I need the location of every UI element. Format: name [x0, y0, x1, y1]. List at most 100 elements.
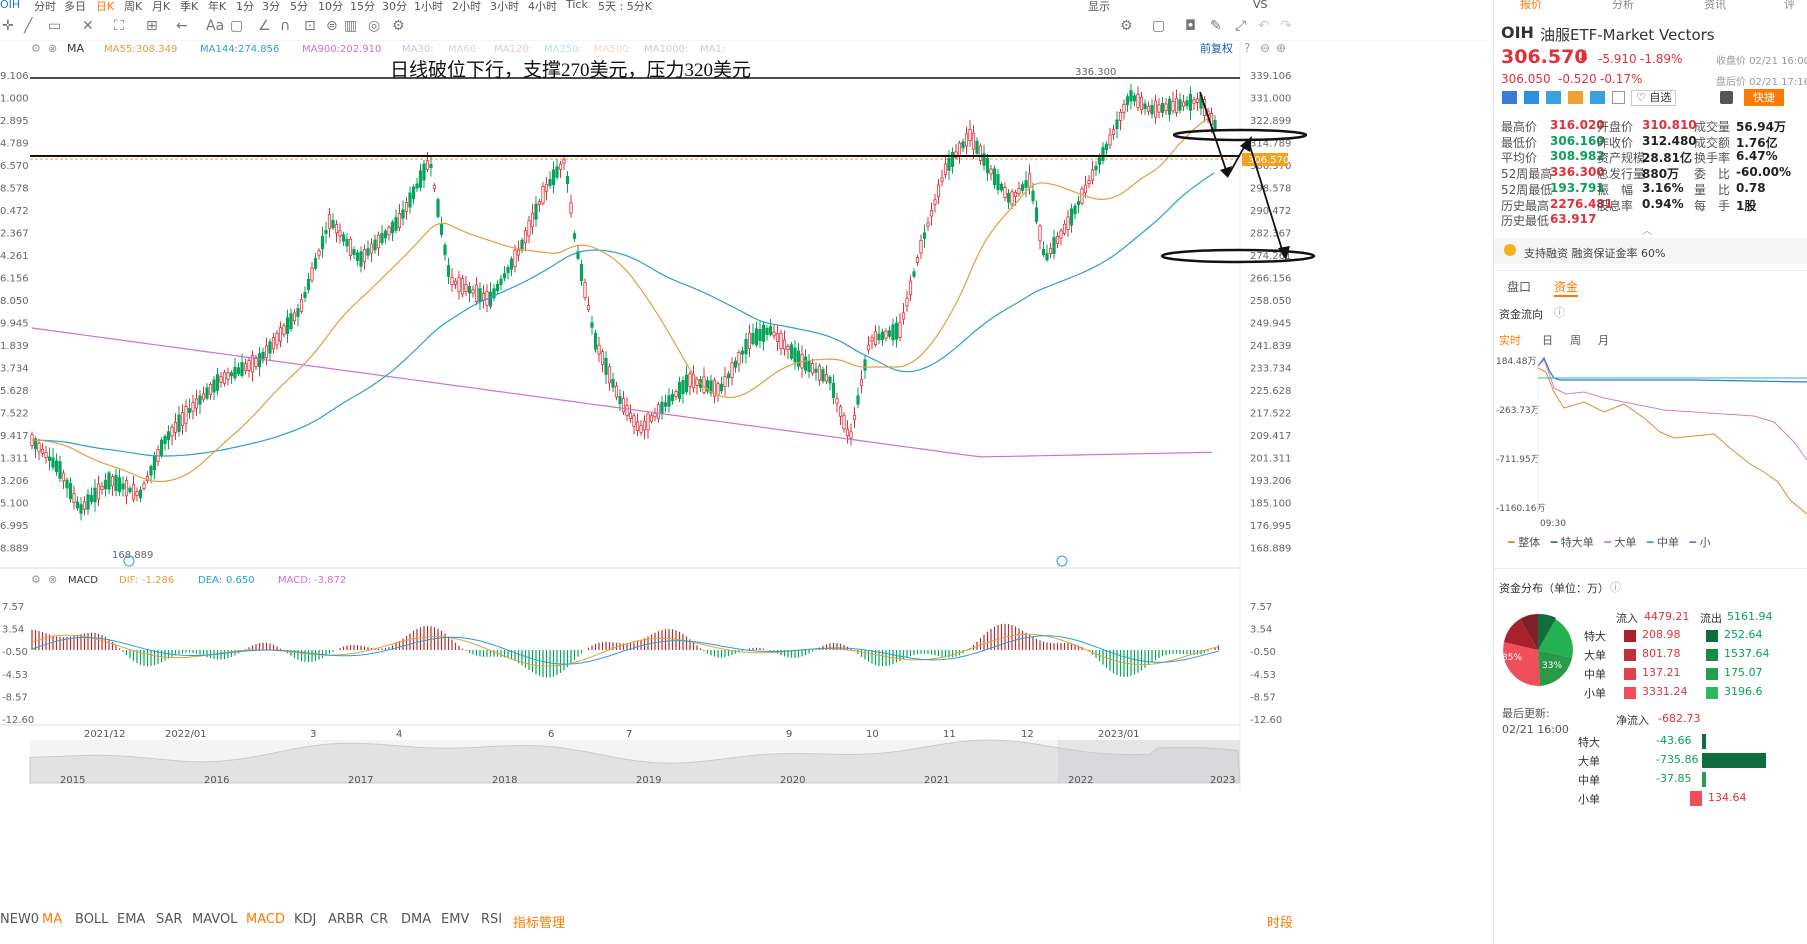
indicator-manage[interactable]: 指标管理 [513, 912, 565, 931]
draw-icon[interactable]: ✎ [1210, 18, 1222, 34]
help-icon[interactable]: ⓘ [1610, 579, 1621, 595]
flow-tab-day[interactable]: 日 [1542, 332, 1553, 348]
flow-tab-month[interactable]: 月 [1598, 332, 1609, 348]
comment-icon[interactable]: ▢ [230, 18, 243, 34]
period-oih[interactable]: OIH [0, 0, 20, 11]
expand-icon[interactable]: ⊕ [1276, 41, 1286, 55]
indicator-ma[interactable]: MA [42, 912, 62, 927]
period-2h[interactable]: 2小时 [452, 0, 481, 12]
undo-icon[interactable]: ↶ [1258, 18, 1270, 34]
period-30m[interactable]: 30分 [382, 0, 407, 12]
period-15m[interactable]: 15分 [350, 0, 375, 12]
down-arrow-icon: ⬇ [1577, 47, 1591, 66]
expand-stats-icon[interactable]: ︿ [1642, 222, 1652, 237]
chart-icon[interactable] [1502, 91, 1517, 104]
indicator-cr[interactable]: CR [370, 912, 388, 927]
adjust-mode[interactable]: 前复权 [1200, 41, 1233, 55]
crosshair-icon[interactable]: ✛ [2, 18, 14, 34]
link-icon[interactable] [1568, 91, 1583, 104]
arrow-tool-icon[interactable]: ← [176, 18, 188, 34]
window-icon[interactable]: ▢ [1152, 18, 1165, 34]
bell-icon[interactable] [1720, 91, 1733, 104]
pattern-tool-icon[interactable]: ⊞ [146, 18, 158, 34]
channel-tool-icon[interactable]: ⛶ [114, 18, 124, 34]
period-weekly[interactable]: 周K [124, 0, 142, 12]
period-3m[interactable]: 3分 [262, 0, 280, 12]
quick-trade-button[interactable]: 快捷 [1744, 89, 1784, 106]
tag-icon[interactable] [1590, 91, 1605, 104]
indicator-new0[interactable]: NEW0 [0, 912, 39, 927]
tab-quote[interactable]: 报价 [1520, 0, 1542, 12]
period-multiday[interactable]: 多日 [64, 0, 86, 12]
indicator-dma[interactable]: DMA [401, 912, 431, 927]
share-icon[interactable] [1546, 91, 1561, 104]
add-watchlist-button[interactable]: ♡ 自选 [1631, 90, 1677, 106]
camera-icon[interactable]: ◘ [1185, 18, 1196, 34]
vs-button[interactable]: VS [1253, 0, 1268, 11]
candle-body [534, 203, 538, 220]
indicator-sar[interactable]: SAR [156, 912, 182, 927]
period-monthly[interactable]: 月K [152, 0, 170, 12]
close-icon[interactable]: ⊗ [48, 42, 57, 55]
tab-news[interactable]: 资讯 [1704, 0, 1726, 12]
lock-icon[interactable]: ⊜ [326, 18, 338, 34]
period-minute[interactable]: 分时 [34, 0, 56, 12]
period-daily[interactable]: 日K [96, 0, 114, 12]
period-1m[interactable]: 1分 [236, 0, 254, 12]
period-10m[interactable]: 10分 [318, 0, 343, 12]
collapse-icon[interactable]: ⊖ [1260, 41, 1270, 55]
candle-body [1097, 157, 1102, 165]
settings-icon[interactable]: ⚙ [392, 18, 405, 34]
flow-tab-week[interactable]: 周 [1570, 332, 1581, 348]
period-1h[interactable]: 1小时 [414, 0, 443, 12]
flow-tab-realtime[interactable]: 实时 [1499, 332, 1521, 348]
fullscreen-icon[interactable]: ⤢ [1235, 18, 1246, 34]
indicator-emv[interactable]: EMV [441, 912, 469, 927]
tab-review[interactable]: 评 [1784, 0, 1795, 12]
tab-capital[interactable]: 资金 [1554, 278, 1578, 295]
display-settings-icon[interactable]: ⚙ [1120, 18, 1133, 34]
help-icon[interactable]: ⓘ [1554, 304, 1565, 320]
period-5m[interactable]: 5分 [290, 0, 308, 12]
redo-icon[interactable]: ↷ [1280, 18, 1292, 34]
indicator-macd[interactable]: MACD [246, 912, 285, 927]
pen-icon[interactable]: ∠ [258, 18, 271, 34]
help-icon[interactable]: ? [1244, 41, 1250, 55]
delete-icon[interactable]: ▥ [344, 18, 357, 34]
tab-analysis[interactable]: 分析 [1612, 0, 1634, 12]
close-icon[interactable]: ⊗ [48, 573, 57, 586]
line-tool-icon[interactable]: ╱ [24, 18, 32, 34]
period-year[interactable]: 年K [208, 0, 226, 12]
indicator-ema[interactable]: EMA [117, 912, 145, 927]
candle-body [152, 456, 157, 471]
tab-orderbook[interactable]: 盘口 [1507, 278, 1531, 295]
period-tick[interactable]: Tick [566, 0, 588, 11]
fib-tool-icon[interactable]: ✕ [82, 18, 94, 34]
indicator-arbr[interactable]: ARBR [328, 912, 364, 927]
indicator-boll[interactable]: BOLL [75, 912, 108, 927]
candle-body [457, 277, 461, 292]
candle-body [1118, 111, 1123, 121]
eye-icon[interactable]: ◎ [368, 18, 380, 34]
settings-icon[interactable]: ⚙ [31, 573, 41, 586]
indicator-mavol[interactable]: MAVOL [192, 912, 237, 927]
text-tool-icon[interactable]: Aa [206, 18, 224, 34]
candle-body [404, 202, 409, 212]
display-menu[interactable]: 显示 [1088, 0, 1110, 12]
legend-xl: 特大单 [1560, 536, 1594, 549]
settings-icon[interactable]: ⚙ [31, 42, 41, 55]
indicator-kdj[interactable]: KDJ [294, 912, 316, 927]
kline-chart[interactable]: ⚙ ⊗ MA MA55: 308.349 MA144: 274.856 MA90… [0, 40, 1490, 930]
doc-icon[interactable] [1612, 91, 1625, 104]
measure-icon[interactable]: ⊡ [304, 18, 316, 34]
indicator-rsi[interactable]: RSI [481, 912, 502, 927]
event-icon[interactable] [1056, 555, 1068, 567]
period-3h[interactable]: 3小时 [490, 0, 519, 12]
time-share-button[interactable]: 时段 [1267, 912, 1293, 931]
period-5day[interactable]: 5天 : 5分K [598, 0, 652, 12]
rect-tool-icon[interactable]: ▭ [48, 18, 61, 34]
magnet-icon[interactable]: ∩ [280, 18, 290, 34]
period-4h[interactable]: 4小时 [528, 0, 557, 12]
period-quarter[interactable]: 季K [180, 0, 198, 12]
bolt-icon[interactable] [1524, 91, 1539, 104]
